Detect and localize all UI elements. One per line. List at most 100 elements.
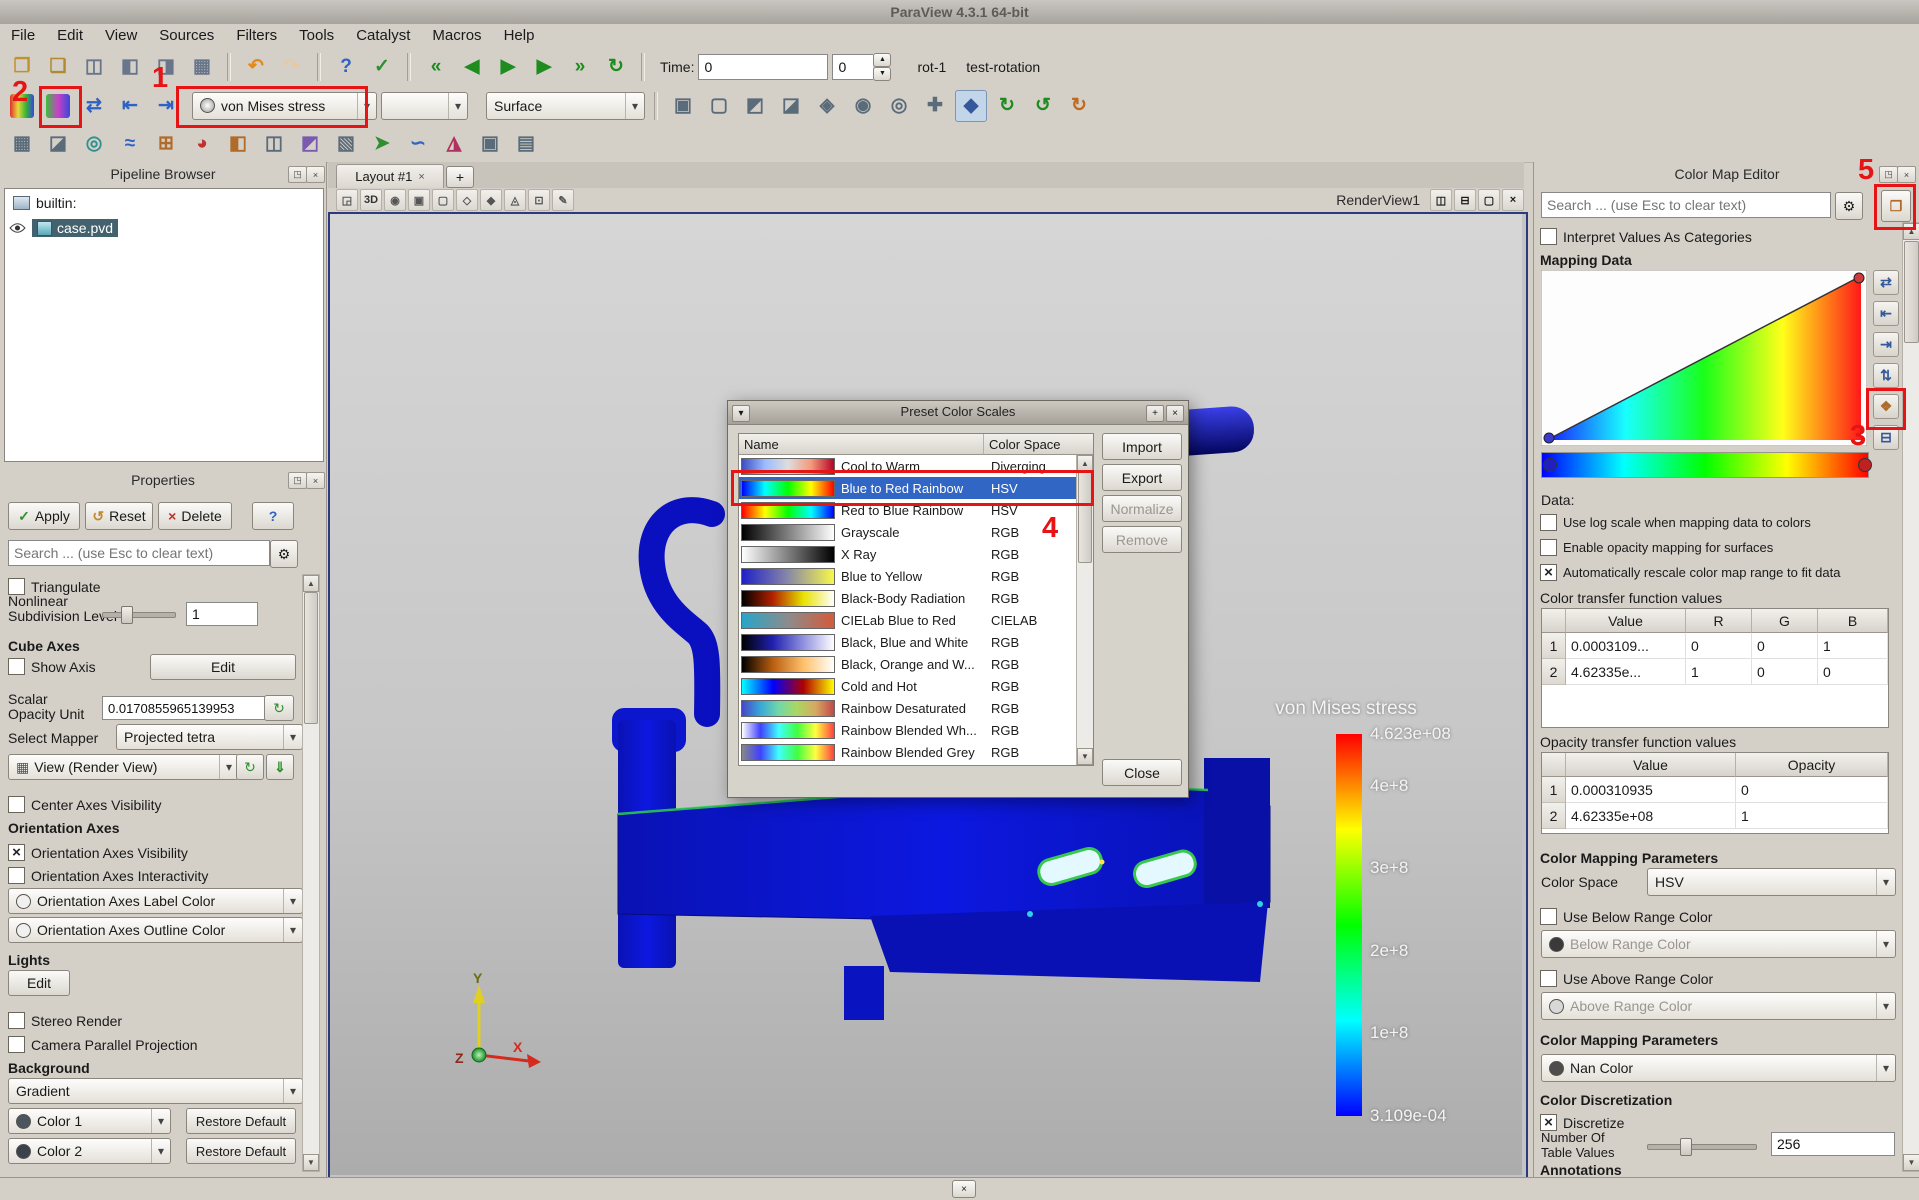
layout-tab[interactable]: Layout #1 × — [336, 164, 444, 188]
preset-row[interactable]: Rainbow Blended Grey RGB — [739, 741, 1077, 763]
contour-icon[interactable]: ◕ — [186, 128, 218, 160]
cube-axes-edit-button[interactable]: Edit — [150, 654, 296, 680]
camera-parallel-checkbox[interactable] — [8, 1036, 25, 1053]
select-points-rect-icon[interactable]: ▢ — [703, 90, 735, 122]
table-cell[interactable]: 1 — [1818, 633, 1888, 659]
extract-subset-icon[interactable]: ▧ — [330, 128, 362, 160]
preset-row[interactable]: Black, Orange and W... RGB — [739, 653, 1077, 675]
first-frame-icon[interactable]: « — [420, 51, 452, 83]
color-gradient-editor[interactable] — [1541, 452, 1869, 478]
frame-index-input[interactable] — [832, 54, 873, 80]
table-cell[interactable]: 1 — [1736, 803, 1888, 829]
stereo-row[interactable]: Stereo Render — [8, 1012, 122, 1029]
table-cell[interactable]: 1 — [1686, 659, 1752, 685]
normalize-button[interactable]: Normalize — [1102, 495, 1182, 522]
adjust-camera-icon[interactable]: ◉ — [384, 189, 406, 211]
reset-camera-closest-icon[interactable]: ↻ — [991, 90, 1023, 122]
scroll-up-icon[interactable]: ▲ — [303, 575, 319, 592]
column-header-color-space[interactable]: Color Space — [984, 434, 1093, 455]
dialog-titlebar[interactable]: ▾ Preset Color Scales + × — [728, 401, 1188, 425]
threshold-icon[interactable]: ◩ — [294, 128, 326, 160]
loop-icon[interactable]: ↻ — [600, 51, 632, 83]
oa-label-color-dropdown[interactable]: Orientation Axes Label Color — [8, 888, 303, 914]
color-handle-max[interactable] — [1858, 458, 1872, 472]
spreadsheet-view-icon[interactable]: ▦ — [6, 128, 38, 160]
chart-view-icon[interactable]: ◪ — [42, 128, 74, 160]
cme-search-input[interactable] — [1541, 192, 1831, 218]
probe-location-icon[interactable]: ◎ — [78, 128, 110, 160]
save-to-preset-icon[interactable]: ⊟ — [1873, 425, 1899, 450]
chevron-down-icon[interactable] — [1876, 869, 1895, 895]
cme-scrollbar[interactable]: ▲ ▼ — [1902, 222, 1919, 1172]
rescale-to-visible-range-icon[interactable]: ⇥ — [150, 90, 182, 122]
choose-preset-icon[interactable]: ❖ — [1873, 394, 1899, 419]
lights-edit-button[interactable]: Edit — [8, 970, 70, 996]
select-mapper-dropdown[interactable]: Projected tetra — [116, 724, 303, 750]
menu-item[interactable]: View — [94, 24, 148, 47]
opacity-transfer-table[interactable]: Value Opacity 1 0.000310935 0 2 4.62335e… — [1541, 752, 1889, 834]
pipeline-item-builtin[interactable]: builtin: — [13, 195, 76, 211]
menu-item[interactable]: Filters — [225, 24, 288, 47]
split-horizontal-icon[interactable]: ◫ — [1430, 189, 1452, 211]
reset-camera-icon[interactable]: ↻ — [1063, 90, 1095, 122]
restore-default-button[interactable]: Restore Default — [186, 1138, 296, 1164]
oa-interactivity-checkbox[interactable] — [8, 867, 25, 884]
undock-icon[interactable]: ◳ — [288, 472, 307, 489]
preset-row[interactable]: Red to Blue Rainbow HSV — [739, 499, 1077, 521]
select-points-through-icon[interactable]: ◆ — [480, 189, 502, 211]
log-scale-checkbox[interactable] — [1540, 514, 1557, 531]
scroll-up-icon[interactable]: ▲ — [1077, 455, 1093, 472]
import-button[interactable]: Import — [1102, 433, 1182, 460]
scroll-down-icon[interactable]: ▼ — [303, 1154, 319, 1171]
last-frame-icon[interactable]: » — [564, 51, 596, 83]
auto-rescale-checkbox[interactable] — [1540, 564, 1557, 581]
chevron-down-icon[interactable] — [283, 1079, 302, 1103]
group-datasets-icon[interactable]: ▣ — [474, 128, 506, 160]
preset-row[interactable]: Black-Body Radiation RGB — [739, 587, 1077, 609]
representation-dropdown[interactable]: Surface — [486, 92, 645, 120]
table-values-input[interactable] — [1771, 1132, 1895, 1156]
chevron-down-icon[interactable] — [357, 93, 376, 119]
spin-down-icon[interactable]: ▼ — [873, 67, 891, 81]
clip-icon[interactable]: ◧ — [222, 128, 254, 160]
auto-apply-icon[interactable]: ✓ — [366, 51, 398, 83]
table-cell[interactable]: 0.000310935 — [1566, 777, 1736, 803]
invert-transfer-functions-icon[interactable]: ⇅ — [1873, 363, 1899, 388]
split-vertical-icon[interactable]: ⊟ — [1454, 189, 1476, 211]
discretize-checkbox[interactable] — [1540, 1114, 1557, 1131]
plot-over-line-icon[interactable]: ≈ — [114, 128, 146, 160]
preset-row[interactable]: Black, Blue and White RGB — [739, 631, 1077, 653]
rescale-to-custom-range-icon[interactable]: ⇤ — [1873, 301, 1899, 326]
close-panel-icon[interactable]: × — [306, 472, 325, 489]
play-icon[interactable]: ▶ — [492, 51, 524, 83]
close-panel-icon[interactable]: × — [306, 166, 325, 183]
scrollbar-thumb[interactable] — [1078, 471, 1092, 563]
select-points-on-surface-icon[interactable]: ▢ — [432, 189, 454, 211]
table-cell[interactable]: 4.62335e... — [1566, 659, 1686, 685]
select-cells-on-surface-icon[interactable]: ▣ — [408, 189, 430, 211]
oa-outline-color-dropdown[interactable]: Orientation Axes Outline Color — [8, 917, 303, 943]
above-range-color-dropdown[interactable]: Above Range Color — [1541, 992, 1896, 1020]
chevron-down-icon[interactable] — [625, 93, 644, 119]
undock-icon[interactable]: ◳ — [1879, 166, 1898, 183]
rescale-to-data-range-icon[interactable]: ⇄ — [1873, 270, 1899, 295]
select-cells-rect-icon[interactable]: ▣ — [667, 90, 699, 122]
component-dropdown[interactable] — [381, 92, 468, 120]
gear-icon[interactable]: ⚙ — [1835, 192, 1863, 220]
center-axes-row[interactable]: Center Axes Visibility — [8, 796, 161, 813]
legend-title[interactable]: von Mises stress — [1246, 698, 1446, 720]
save-state-icon[interactable]: ◧ — [114, 51, 146, 83]
save-default-icon[interactable]: ⇓ — [266, 754, 294, 780]
refresh-icon[interactable]: ↻ — [264, 695, 294, 721]
menu-item[interactable]: Help — [493, 24, 546, 47]
scroll-down-icon[interactable]: ▼ — [1903, 1154, 1919, 1171]
chevron-down-icon[interactable] — [151, 1109, 170, 1133]
show-axis-row[interactable]: Show Axis — [8, 658, 96, 675]
extract-level-icon[interactable]: ▤ — [510, 128, 542, 160]
open-file-icon[interactable]: ❐ — [6, 51, 38, 83]
gear-icon[interactable]: ⚙ — [270, 540, 298, 568]
auto-rescale-row[interactable]: Automatically rescale color map range to… — [1540, 564, 1840, 581]
select-polygon-cells-icon[interactable]: ◬ — [504, 189, 526, 211]
color-space-dropdown[interactable]: HSV — [1647, 868, 1896, 896]
save-animation-icon[interactable]: ▦ — [186, 51, 218, 83]
